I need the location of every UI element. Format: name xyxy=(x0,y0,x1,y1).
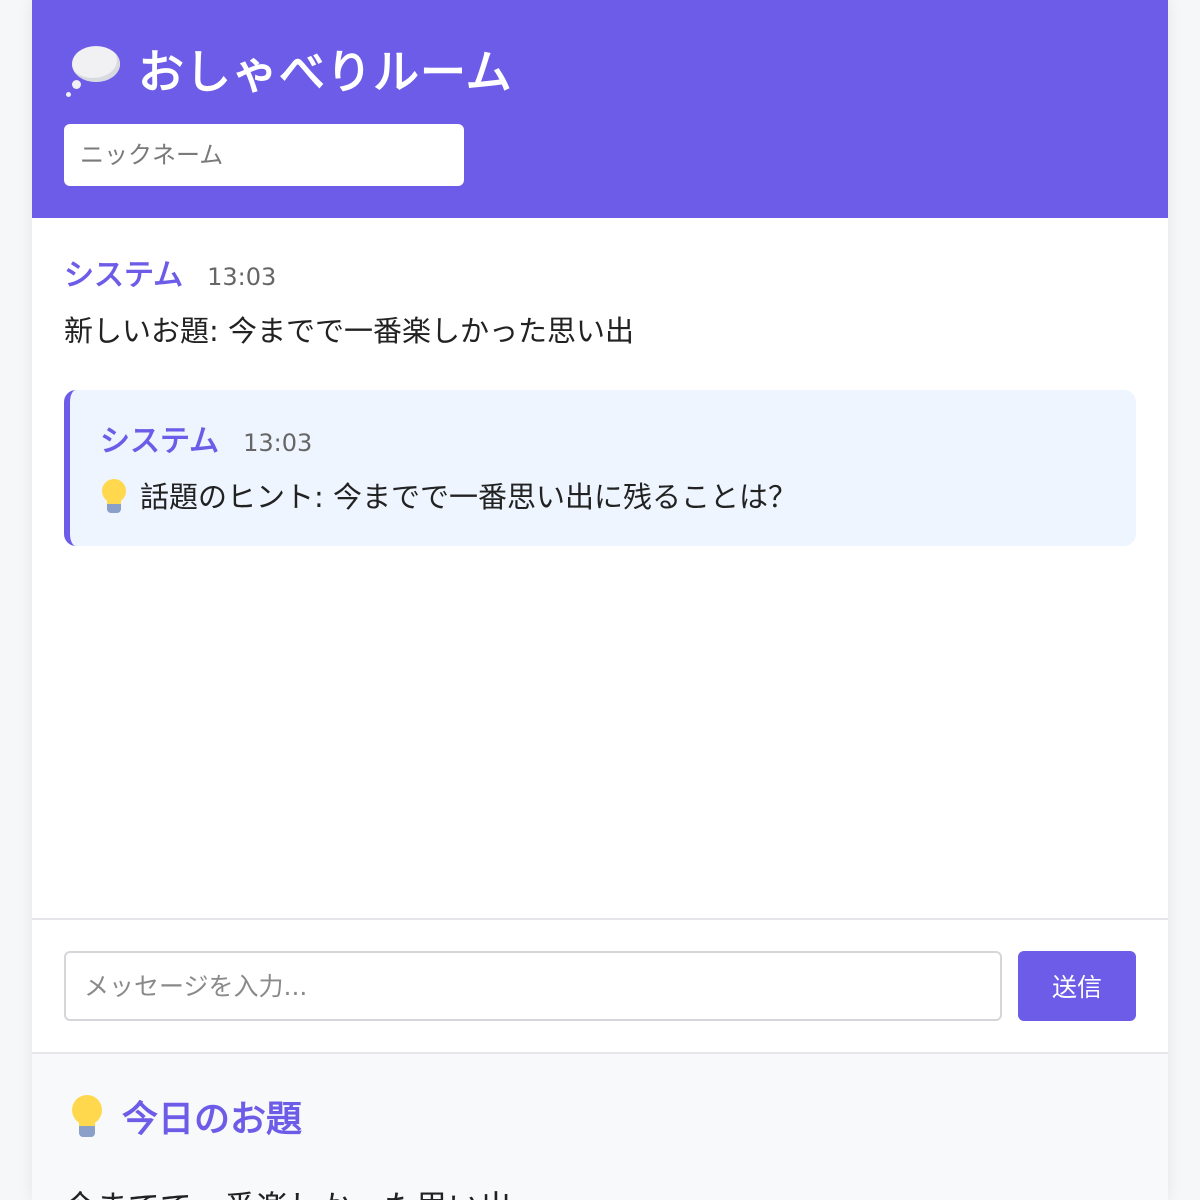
message-text: 新しいお題: 今までで一番楽しかった思い出 xyxy=(64,314,634,348)
message-input[interactable] xyxy=(64,951,1002,1021)
message-time: 13:03 xyxy=(207,263,277,291)
topic-panel: 今日のお題 今までで一番楽しかった思い出 xyxy=(32,1054,1168,1200)
message-author: システム xyxy=(100,424,220,459)
send-button[interactable]: 送信 xyxy=(1018,951,1136,1021)
message-meta: システム 13:03 xyxy=(64,250,1136,294)
message-list: システム 13:03 新しいお題: 今までで一番楽しかった思い出 システム 13… xyxy=(32,218,1168,918)
title-row: おしゃべりルーム xyxy=(64,0,1136,100)
hint-message-body: 話題のヒント: 今までで一番思い出に残ることは？ xyxy=(100,474,1106,516)
message-time: 13:03 xyxy=(243,429,313,457)
chat-app: おしゃべりルーム システム 13:03 新しいお題: 今までで一番楽しかった思い… xyxy=(32,0,1168,1200)
lightbulb-icon xyxy=(70,1095,104,1137)
message-item: システム 13:03 新しいお題: 今までで一番楽しかった思い出 xyxy=(64,250,1136,350)
topic-heading: 今日のお題 xyxy=(64,1090,1136,1142)
topic-text: 今までで一番楽しかった思い出 xyxy=(64,1182,1136,1200)
header: おしゃべりルーム xyxy=(32,0,1168,218)
composer: 送信 xyxy=(32,918,1168,1054)
message-meta: システム 13:03 xyxy=(100,416,1106,460)
app-title: おしゃべりルーム xyxy=(138,45,513,99)
topic-heading-label: 今日のお題 xyxy=(122,1099,303,1140)
message-author: システム xyxy=(64,258,184,293)
message-text: 話題のヒント: 今までで一番思い出に残ることは？ xyxy=(140,480,797,514)
hint-message-item: システム 13:03 話題のヒント: 今までで一番思い出に残ることは？ xyxy=(64,390,1136,546)
thought-bubble-icon xyxy=(64,40,122,98)
lightbulb-icon xyxy=(100,479,128,513)
nickname-input[interactable] xyxy=(64,124,464,186)
